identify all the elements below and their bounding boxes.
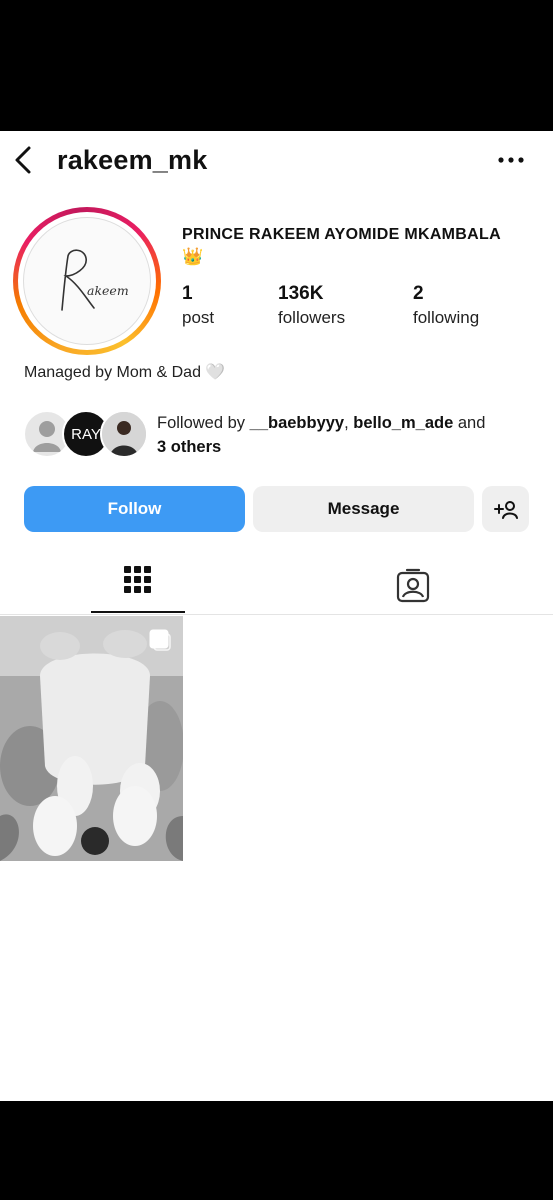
profile-header: rakeem_mk [0, 131, 553, 189]
follow-button[interactable]: Follow [24, 486, 245, 532]
more-horizontal-icon[interactable] [494, 147, 528, 173]
post-thumbnail[interactable] [0, 616, 183, 861]
followed-by-text[interactable]: Followed by __baebbyyy, bello_m_ade and … [157, 411, 537, 459]
svg-text:akeem: akeem [87, 283, 129, 298]
crown-emoji: 👑 [182, 247, 204, 266]
avatar: akeem [23, 217, 151, 345]
chevron-left-icon[interactable] [10, 144, 36, 176]
add-person-icon [493, 501, 518, 519]
tab-posts-grid[interactable] [91, 553, 185, 613]
profile-username: rakeem_mk [57, 145, 208, 175]
active-tab-indicator [91, 611, 185, 613]
profile-full-name: PRINCE RAKEEM AYOMIDE MKAMBALA 👑 [182, 226, 501, 266]
person-photo [102, 412, 146, 456]
profile-tabs [0, 553, 553, 615]
add-person-button[interactable] [482, 486, 529, 532]
profile-bio: Managed by Mom & Dad 🤍 [24, 364, 226, 381]
baby-photo [0, 616, 183, 861]
message-button[interactable]: Message [253, 486, 474, 532]
top-black-bar [0, 0, 553, 131]
stat-following[interactable]: 2 following [413, 282, 479, 330]
follower-avatar-3[interactable] [100, 410, 148, 458]
profile-screen: rakeem_mk akeem PRINCE RAKEEM AYOMIDE MK… [0, 131, 553, 1101]
grid-icon [124, 566, 151, 593]
multiple-photos-icon [149, 629, 171, 651]
stat-posts[interactable]: 1 post [182, 282, 214, 330]
profile-avatar-ring[interactable]: akeem [13, 207, 161, 355]
tagged-person-icon[interactable] [394, 567, 432, 605]
bottom-black-bar [0, 1101, 553, 1200]
avatar-logo: akeem [61, 249, 129, 311]
tabs-divider [0, 614, 553, 615]
stat-followers[interactable]: 136K followers [278, 282, 345, 330]
